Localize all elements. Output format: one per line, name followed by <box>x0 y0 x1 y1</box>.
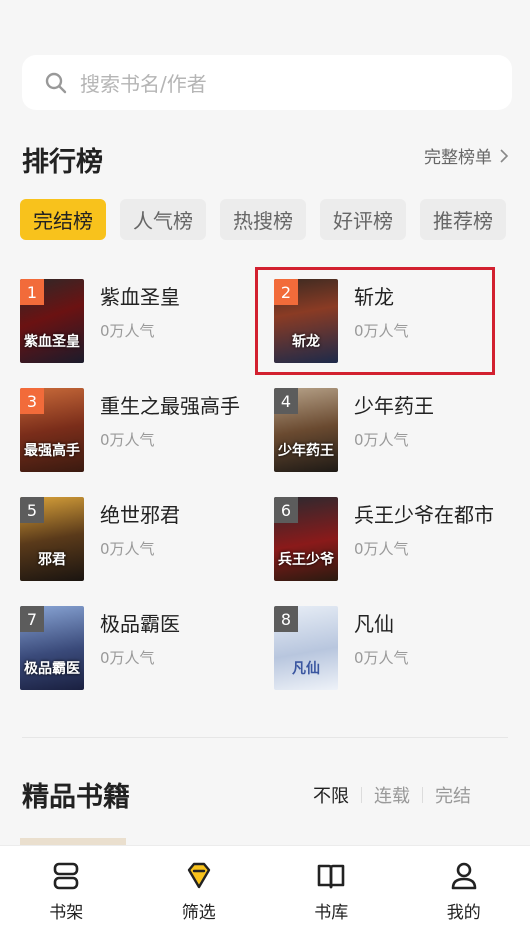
book-title: 重生之最强高手 <box>100 394 240 418</box>
book-item[interactable]: 少年药王 4 少年药王 0万人气 <box>274 388 514 474</box>
book-item[interactable]: 兵王少爷 6 兵王少爷在都市 0万人气 <box>274 497 514 583</box>
book-title: 少年药王 <box>354 394 434 418</box>
book-cover: 少年药王 4 <box>274 388 338 472</box>
chevron-right-icon <box>500 148 509 163</box>
user-icon <box>451 862 477 890</box>
tab-popular[interactable]: 人气榜 <box>120 199 206 240</box>
filter-serializing[interactable]: 连载 <box>362 782 422 808</box>
selection-highlight <box>255 267 495 375</box>
section-divider <box>22 737 508 738</box>
book-popularity: 0万人气 <box>100 322 155 340</box>
nav-label: 我的 <box>446 903 481 923</box>
book-popularity: 0万人气 <box>354 540 409 558</box>
filter-diamond-icon <box>187 862 210 889</box>
book-cover: 凡仙 8 <box>274 606 338 690</box>
cover-title: 少年药王 <box>278 443 334 459</box>
book-item[interactable]: 邪君 5 绝世邪君 0万人气 <box>20 497 260 583</box>
book-title: 兵王少爷在都市 <box>354 503 494 527</box>
search-icon <box>45 72 67 93</box>
search-bar[interactable]: 搜索书名/作者 <box>22 55 512 110</box>
book-item[interactable]: 凡仙 8 凡仙 0万人气 <box>274 606 514 692</box>
book-title: 凡仙 <box>354 612 394 636</box>
rank-badge: 8 <box>274 606 298 632</box>
nav-library[interactable]: 书库 <box>265 846 398 925</box>
cover-title: 兵王少爷 <box>278 552 334 568</box>
book-item[interactable]: 最强高手 3 重生之最强高手 0万人气 <box>20 388 260 474</box>
book-title: 紫血圣皇 <box>100 285 180 309</box>
book-popularity: 0万人气 <box>354 431 409 449</box>
tab-top-rated[interactable]: 好评榜 <box>320 199 406 240</box>
search-placeholder: 搜索书名/作者 <box>80 72 207 96</box>
book-cover: 最强高手 3 <box>20 388 84 472</box>
tab-hot-search[interactable]: 热搜榜 <box>220 199 306 240</box>
book-popularity: 0万人气 <box>100 431 155 449</box>
nav-label: 书架 <box>49 903 84 923</box>
full-ranking-label: 完整榜单 <box>424 148 492 168</box>
bottom-nav: 书架 筛选 书库 我的 <box>0 845 530 925</box>
tab-completed[interactable]: 完结榜 <box>20 199 106 240</box>
open-book-icon <box>317 864 345 889</box>
rank-badge: 7 <box>20 606 44 632</box>
nav-filter[interactable]: 筛选 <box>133 846 266 925</box>
cover-title: 最强高手 <box>24 443 80 459</box>
rank-badge: 4 <box>274 388 298 414</box>
rank-badge: 5 <box>20 497 44 523</box>
tab-recommended[interactable]: 推荐榜 <box>420 199 506 240</box>
filter-completed[interactable]: 完结 <box>423 782 483 808</box>
nav-label: 筛选 <box>181 903 216 923</box>
rank-badge: 3 <box>20 388 44 414</box>
book-popularity: 0万人气 <box>100 649 155 667</box>
book-title: 绝世邪君 <box>100 503 180 527</box>
premium-title: 精品书籍 <box>22 782 130 813</box>
cover-title: 凡仙 <box>292 661 320 677</box>
cover-title: 邪君 <box>38 552 66 568</box>
rank-badge: 6 <box>274 497 298 523</box>
bookshelf-icon <box>53 862 79 890</box>
book-cover: 兵王少爷 6 <box>274 497 338 581</box>
ranking-title: 排行榜 <box>22 147 103 178</box>
cover-title: 极品霸医 <box>24 661 80 677</box>
book-title: 极品霸医 <box>100 612 180 636</box>
book-cover: 邪君 5 <box>20 497 84 581</box>
book-popularity: 0万人气 <box>354 649 409 667</box>
book-item[interactable]: 紫血圣皇 1 紫血圣皇 0万人气 <box>20 279 260 365</box>
nav-bookshelf[interactable]: 书架 <box>0 846 133 925</box>
book-popularity: 0万人气 <box>100 540 155 558</box>
full-ranking-link[interactable]: 完整榜单 <box>424 143 510 168</box>
nav-label: 书库 <box>314 903 349 923</box>
book-item[interactable]: 极品霸医 7 极品霸医 0万人气 <box>20 606 260 692</box>
nav-mine[interactable]: 我的 <box>398 846 530 925</box>
book-cover: 极品霸医 7 <box>20 606 84 690</box>
cover-title: 紫血圣皇 <box>24 334 80 350</box>
rank-badge: 1 <box>20 279 44 305</box>
premium-filters: 不限 连载 完结 <box>301 782 483 808</box>
filter-all[interactable]: 不限 <box>301 782 361 808</box>
book-cover: 紫血圣皇 1 <box>20 279 84 363</box>
ranking-tabs: 完结榜 人气榜 热搜榜 好评榜 推荐榜 <box>20 199 506 240</box>
